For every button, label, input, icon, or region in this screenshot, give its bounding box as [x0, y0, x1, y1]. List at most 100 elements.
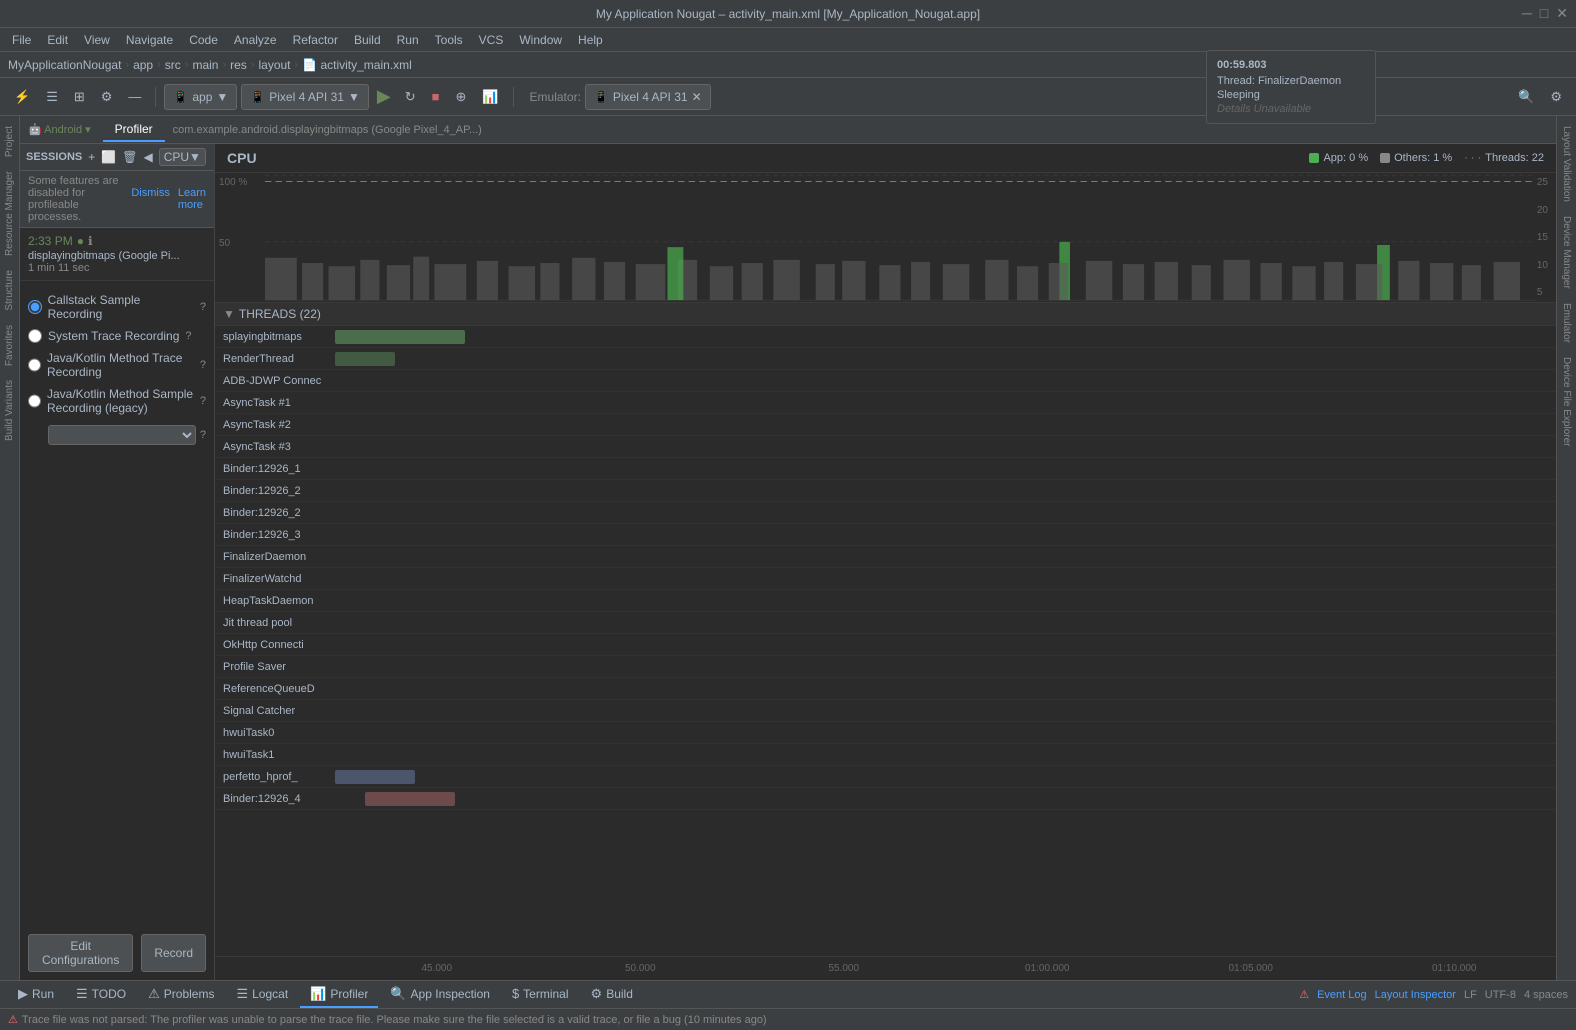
stop-btn[interactable]: ■: [426, 87, 446, 106]
toolbar-settings-btn[interactable]: ⊞: [68, 87, 91, 107]
menu-code[interactable]: Code: [181, 28, 226, 51]
menu-refactor[interactable]: Refactor: [285, 28, 346, 51]
bottom-tab-problems[interactable]: ⚠ Problems: [138, 981, 224, 1008]
breadcrumb-file[interactable]: 📄 activity_main.xml: [302, 58, 412, 72]
thread-row-binder2a: Binder:12926_2: [215, 480, 1556, 502]
sessions-title: SESSIONS: [26, 151, 82, 163]
bottom-tab-appinspection[interactable]: 🔍 App Inspection: [380, 981, 500, 1008]
learn-more-link[interactable]: Learn more: [178, 187, 206, 211]
toolbar-list-btn[interactable]: ☰: [40, 87, 64, 107]
build-variants-btn[interactable]: Build Variants: [2, 374, 17, 447]
breadcrumb-src[interactable]: src: [165, 58, 181, 72]
chart-title: CPU: [227, 150, 257, 166]
resource-manager-btn[interactable]: Resource Manager: [2, 165, 17, 262]
menu-analyze[interactable]: Analyze: [226, 28, 285, 51]
bottom-tab-profiler[interactable]: 📊 Profiler: [300, 981, 378, 1008]
threads-area[interactable]: ▼ THREADS (22) splayingbitmaps RenderThr…: [215, 303, 1556, 956]
structure-btn[interactable]: Structure: [2, 264, 17, 317]
legacy-help-icon[interactable]: ?: [200, 395, 206, 407]
close-btn[interactable]: ✕: [1556, 5, 1568, 22]
menu-view[interactable]: View: [76, 28, 118, 51]
favorites-btn[interactable]: Favorites: [2, 319, 17, 372]
menu-build[interactable]: Build: [346, 28, 389, 51]
system-help-icon[interactable]: ?: [185, 330, 191, 342]
breadcrumb-project[interactable]: MyApplicationNougat: [8, 58, 121, 72]
bottom-tab-run[interactable]: ▶ Run: [8, 981, 64, 1008]
recording-option-callstack[interactable]: Callstack Sample Recording ?: [28, 289, 206, 325]
coverage-btn[interactable]: ⊕: [449, 87, 472, 107]
title-bar: My Application Nougat – activity_main.xm…: [0, 0, 1576, 28]
device-dropdown[interactable]: 📱Pixel 4 API 31▼: [241, 84, 369, 110]
threads-legend-label: Threads: 22: [1485, 152, 1544, 164]
right-label-15: 15: [1537, 232, 1548, 243]
select-help-icon[interactable]: ?: [200, 429, 206, 441]
menu-edit[interactable]: Edit: [39, 28, 76, 51]
project-panel-btn[interactable]: Project: [2, 120, 17, 163]
y-label-100: 100 %: [219, 177, 261, 188]
menu-run[interactable]: Run: [389, 28, 427, 51]
device-manager-btn[interactable]: Device Manager: [1559, 210, 1574, 295]
edit-configurations-button[interactable]: Edit Configurations: [28, 934, 133, 972]
chart-legend: App: 0 % Others: 1 % · · · Threads: 22: [1309, 152, 1544, 164]
breadcrumb-res[interactable]: res: [230, 58, 247, 72]
recording-option-java[interactable]: Java/Kotlin Method Trace Recording ?: [28, 347, 206, 383]
event-log-label[interactable]: Event Log: [1317, 989, 1367, 1001]
add-session-btn[interactable]: +: [88, 150, 95, 164]
toolbar-settings2-btn[interactable]: ⚙: [1544, 87, 1568, 107]
profiler-icon: 📊: [310, 986, 326, 1002]
session-item[interactable]: 2:33 PM ● ℹ displayingbitmaps (Google Pi…: [20, 228, 214, 281]
recording-option-system[interactable]: System Trace Recording ?: [28, 325, 206, 347]
run-button[interactable]: ▶: [373, 86, 395, 107]
others-legend-dot: [1380, 153, 1390, 163]
breadcrumb-app[interactable]: app: [133, 58, 153, 72]
breadcrumb-layout[interactable]: layout: [258, 58, 290, 72]
thread-row-okhttp: OkHttp Connecti: [215, 634, 1556, 656]
status-message: Trace file was not parsed: The profiler …: [22, 1014, 767, 1026]
refresh-btn[interactable]: ↻: [399, 87, 422, 107]
spaces-label: 4 spaces: [1524, 989, 1568, 1001]
bottom-tab-build[interactable]: ⚙ Build: [581, 981, 643, 1008]
menu-file[interactable]: File: [4, 28, 39, 51]
session-info-icon: ℹ: [88, 234, 93, 248]
menu-vcs[interactable]: VCS: [471, 28, 512, 51]
emulator-tab[interactable]: 📱Pixel 4 API 31✕: [585, 84, 711, 110]
menu-navigate[interactable]: Navigate: [118, 28, 181, 51]
threads-header[interactable]: ▼ THREADS (22): [215, 303, 1556, 326]
minimize-btn[interactable]: ─: [1522, 5, 1532, 22]
delete-session-btn[interactable]: 🗑: [122, 150, 137, 164]
thread-row-binder4: Binder:12926_4: [215, 788, 1556, 810]
profile-btn[interactable]: 📊: [476, 87, 504, 107]
main-content: Project Resource Manager Structure Favor…: [0, 116, 1576, 980]
menu-window[interactable]: Window: [511, 28, 570, 51]
maximize-btn[interactable]: □: [1540, 5, 1548, 22]
app-dropdown[interactable]: 📱app▼: [164, 84, 237, 110]
bottom-tab-terminal[interactable]: $ Terminal: [502, 981, 579, 1008]
recording-option-legacy[interactable]: Java/Kotlin Method Sample Recording (leg…: [28, 383, 206, 419]
session-name: displayingbitmaps (Google Pi...: [28, 250, 206, 262]
breadcrumb-main[interactable]: main: [192, 58, 218, 72]
dismiss-link[interactable]: Dismiss: [131, 187, 170, 211]
y-label-50: 50: [219, 238, 261, 249]
profiler-tab[interactable]: Profiler: [103, 118, 165, 142]
emulator-panel-btn[interactable]: Emulator: [1559, 297, 1574, 349]
toolbar-gear-btn[interactable]: ⚙: [95, 87, 119, 107]
toolbar-dash-btn[interactable]: —: [122, 87, 147, 106]
layout-validation-btn[interactable]: Layout Validation: [1559, 120, 1574, 208]
callstack-help-icon[interactable]: ?: [200, 301, 206, 313]
nav-back-btn[interactable]: ◀: [143, 150, 152, 164]
cpu-selector[interactable]: CPU▼: [159, 148, 206, 166]
toolbar-back-btn[interactable]: ⚡: [8, 87, 36, 107]
menu-help[interactable]: Help: [570, 28, 611, 51]
toolbar-search-btn[interactable]: 🔍: [1512, 87, 1540, 107]
right-label-10: 10: [1537, 260, 1548, 271]
appinspection-icon: 🔍: [390, 986, 406, 1002]
bottom-tab-todo[interactable]: ☰ TODO: [66, 981, 136, 1008]
layout-inspector-label[interactable]: Layout Inspector: [1375, 989, 1456, 1001]
java-help-icon[interactable]: ?: [200, 359, 206, 371]
menu-tools[interactable]: Tools: [427, 28, 471, 51]
bottom-tab-logcat[interactable]: ☰ Logcat: [226, 981, 298, 1008]
stop-session-btn[interactable]: ⬜: [101, 150, 116, 164]
device-file-explorer-btn[interactable]: Device File Explorer: [1559, 351, 1574, 452]
record-button[interactable]: Record: [141, 934, 206, 972]
recording-select[interactable]: [48, 425, 196, 445]
